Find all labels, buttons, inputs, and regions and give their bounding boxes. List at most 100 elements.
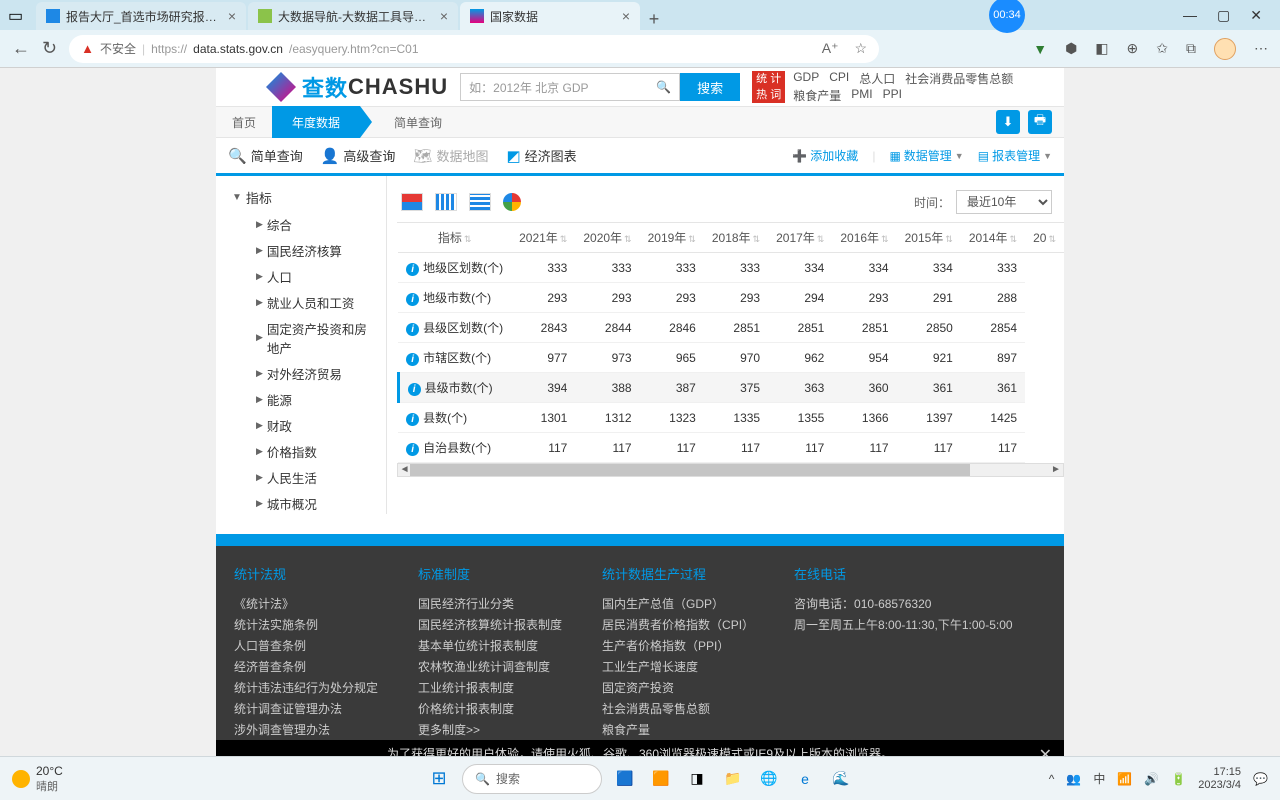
close-icon[interactable]: × <box>440 8 448 24</box>
breadcrumb-home[interactable]: 首页 <box>216 114 272 131</box>
info-icon[interactable]: i <box>406 323 419 336</box>
advanced-query-link[interactable]: 👤高级查询 <box>321 146 396 165</box>
avatar[interactable] <box>1214 38 1236 60</box>
site-search-input[interactable]: 如：2012年 北京 GDP 🔍 <box>460 73 680 101</box>
econ-chart-link[interactable]: ◩经济图表 <box>506 146 576 165</box>
volume-icon[interactable]: 🔊 <box>1144 772 1159 786</box>
info-icon[interactable]: i <box>406 353 419 366</box>
footer-link[interactable]: 涉外调查管理办法 <box>234 719 378 740</box>
extension-icon[interactable]: ⬢ <box>1065 40 1077 57</box>
footer-link[interactable]: 工业统计报表制度 <box>418 677 562 698</box>
add-favorite-button[interactable]: ➕添加收藏 <box>792 147 858 164</box>
read-aloud-icon[interactable]: A⁺ <box>822 40 839 57</box>
hbar-view-icon[interactable] <box>469 193 491 211</box>
info-icon[interactable]: i <box>406 293 419 306</box>
footer-link[interactable]: 居民消费者价格指数（CPI） <box>602 614 754 635</box>
tree-item[interactable]: ▶人民生活 <box>216 464 386 490</box>
col-header[interactable]: 20⇅ <box>1025 223 1064 253</box>
footer-link[interactable]: 生产者价格指数（PPI） <box>602 635 754 656</box>
favorite-icon[interactable]: ☆ <box>855 40 868 57</box>
edge-icon[interactable]: 🌊 <box>828 766 854 792</box>
footer-link[interactable]: 《统计法》 <box>234 593 378 614</box>
tree-item[interactable]: ▶就业人员和工资 <box>216 289 386 315</box>
indicator-cell[interactable]: i县数(个) <box>398 403 511 433</box>
breadcrumb-active[interactable]: 年度数据 <box>272 106 360 138</box>
col-header[interactable]: 2018年⇅ <box>704 223 768 253</box>
data-mgr-dropdown[interactable]: ▦数据管理▼ <box>889 147 963 164</box>
refresh-button[interactable]: ↻ <box>42 38 57 59</box>
app-icon-2[interactable]: 🟧 <box>648 766 674 792</box>
scroll-thumb[interactable] <box>410 464 970 476</box>
app-icon-1[interactable]: 🟦 <box>612 766 638 792</box>
tree-item[interactable]: ▶固定资产投资和房地产 <box>216 315 386 360</box>
indicator-cell[interactable]: i地级区划数(个) <box>398 253 511 283</box>
indicator-cell[interactable]: i县级市数(个) <box>398 373 511 403</box>
footer-link[interactable]: 周一至周五上午8:00-11:30,下午1:00-5:00 <box>794 614 1013 635</box>
hot-link[interactable]: 总人口 <box>859 70 895 87</box>
tab-1[interactable]: 大数据导航-大数据工具导航-19... × <box>248 2 458 30</box>
horizontal-scrollbar[interactable]: ◄ ► <box>397 463 1064 477</box>
print-icon[interactable]: 🖶 <box>1028 110 1052 134</box>
back-button[interactable]: ← <box>12 38 30 59</box>
new-tab-button[interactable]: + <box>642 9 666 30</box>
table-view-icon[interactable] <box>401 193 423 211</box>
hot-link[interactable]: 粮食产量 <box>793 87 841 104</box>
hot-link[interactable]: PMI <box>851 87 872 104</box>
edge-legacy-icon[interactable]: e <box>792 766 818 792</box>
footer-link[interactable]: 国民经济核算统计报表制度 <box>418 614 562 635</box>
footer-link[interactable]: 统计违法违纪行为处分规定 <box>234 677 378 698</box>
report-mgr-dropdown[interactable]: ▤报表管理▼ <box>978 147 1052 164</box>
time-dropdown[interactable]: 最近10年 <box>956 190 1052 214</box>
info-icon[interactable]: i <box>408 383 421 396</box>
indicator-cell[interactable]: i地级市数(个) <box>398 283 511 313</box>
col-header[interactable]: 2015年⇅ <box>897 223 961 253</box>
footer-link[interactable]: 粮食产量 <box>602 719 754 740</box>
info-icon[interactable]: i <box>406 413 419 426</box>
hot-link[interactable]: PPI <box>883 87 902 104</box>
bar-view-icon[interactable] <box>435 193 457 211</box>
battery-icon[interactable]: 🔋 <box>1171 772 1186 786</box>
tree-root[interactable]: ▼指标 <box>216 184 386 211</box>
close-icon[interactable]: × <box>622 8 630 24</box>
url-input[interactable]: ▲ 不安全 | https://data.stats.gov.cn/easyqu… <box>69 35 879 63</box>
footer-link[interactable]: 农林牧渔业统计调查制度 <box>418 656 562 677</box>
footer-link[interactable]: 咨询电话：010-68576320 <box>794 593 1013 614</box>
explorer-icon[interactable]: 📁 <box>720 766 746 792</box>
footer-link[interactable]: 国民经济行业分类 <box>418 593 562 614</box>
shield-icon[interactable]: ▼ <box>1033 41 1047 57</box>
info-icon[interactable]: i <box>406 263 419 276</box>
chevron-up-icon[interactable]: ^ <box>1049 772 1055 786</box>
footer-link[interactable]: 工业生产增长速度 <box>602 656 754 677</box>
col-header[interactable]: 2014年⇅ <box>961 223 1025 253</box>
clock[interactable]: 17:15 2023/3/4 <box>1198 766 1241 792</box>
menu-icon-1[interactable]: ◧ <box>1095 40 1108 57</box>
simple-query-link[interactable]: 🔍简单查询 <box>228 146 303 165</box>
close-icon[interactable]: × <box>228 8 236 24</box>
hot-link[interactable]: CPI <box>829 70 849 87</box>
tab-2[interactable]: 国家数据 × <box>460 2 640 30</box>
indicator-cell[interactable]: i县级区划数(个) <box>398 313 511 343</box>
ime-label[interactable]: 中 <box>1093 770 1105 787</box>
collections-icon[interactable]: ⧉ <box>1186 40 1196 57</box>
minimize-icon[interactable]: — <box>1183 7 1197 23</box>
tree-item[interactable]: ▶人口 <box>216 263 386 289</box>
notification-icon[interactable]: 💬 <box>1253 772 1268 786</box>
indicator-cell[interactable]: i市辖区数(个) <box>398 343 511 373</box>
footer-link[interactable]: 人口普查条例 <box>234 635 378 656</box>
download-icon[interactable]: ⬇ <box>996 110 1020 134</box>
tree-item[interactable]: ▶对外经济贸易 <box>216 360 386 386</box>
maximize-icon[interactable]: ▢ <box>1217 7 1230 24</box>
hot-link[interactable]: GDP <box>793 70 819 87</box>
pie-view-icon[interactable] <box>503 193 521 211</box>
weather-widget[interactable]: 20°C 晴朗 <box>12 764 63 794</box>
col-header[interactable]: 2021年⇅ <box>511 223 575 253</box>
logo[interactable]: 查数CHASHU <box>266 71 448 103</box>
indicator-cell[interactable]: i自治县数(个) <box>398 433 511 463</box>
favorites-icon[interactable]: ✩ <box>1156 40 1168 57</box>
app-icon-3[interactable]: ◨ <box>684 766 710 792</box>
close-icon[interactable]: ✕ <box>1039 745 1052 756</box>
col-header[interactable]: 2017年⇅ <box>768 223 832 253</box>
col-header[interactable]: 指标⇅ <box>398 223 511 253</box>
col-header[interactable]: 2020年⇅ <box>575 223 639 253</box>
tree-item[interactable]: ▶国民经济核算 <box>216 237 386 263</box>
